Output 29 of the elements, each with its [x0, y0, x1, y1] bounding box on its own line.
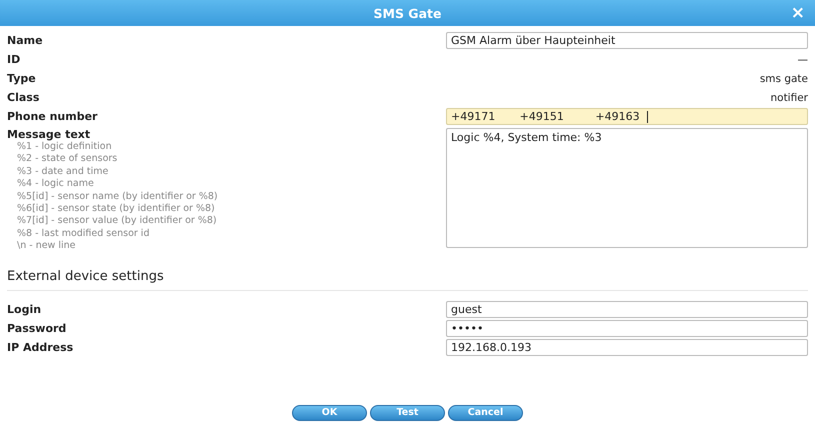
field-value: notifier	[770, 92, 808, 104]
field-label: Name	[7, 34, 43, 47]
field-label: Message text	[7, 128, 92, 141]
field-label: Class	[7, 91, 40, 104]
hint-text: %6[id] - sensor state (by identifier or %8)	[16, 203, 216, 216]
field-label: ID	[7, 53, 20, 66]
field-value: —	[798, 54, 808, 66]
hint-text: \n - new line	[16, 240, 76, 253]
field-label: Type	[7, 72, 36, 85]
field-label: Phone number	[7, 110, 98, 123]
hint-text: %2 - state of sensors	[16, 153, 118, 166]
hint-text: %8 - last modified sensor id	[16, 228, 150, 240]
input-field[interactable]: guest	[446, 300, 808, 318]
hint-text: %4 - logic name	[16, 178, 95, 191]
field-value: sms gate	[760, 72, 808, 84]
hint-text: %5[id] - sensor name (by identifier or %8)	[16, 190, 218, 204]
window-title: SMS Gate	[374, 6, 442, 20]
input-field[interactable]: 192.168.0.193	[446, 338, 808, 356]
input-field[interactable]: +49171 +49151 +49163	[446, 108, 808, 125]
field-label: Login	[7, 302, 42, 316]
field-label: IP Address	[7, 340, 74, 354]
field-label: Password	[7, 322, 66, 335]
input-field[interactable]: •••••	[446, 320, 808, 337]
hint-text: %3 - date and time	[16, 166, 110, 178]
hint-text: %7[id] - sensor value (by identifier or %8)	[16, 215, 218, 228]
input-field[interactable]: GSM Alarm über Haupteinheit	[446, 32, 808, 49]
message-textarea[interactable]: Logic %4, System time: %3	[446, 128, 808, 248]
hint-text: %1 - logic definition	[16, 141, 113, 154]
section-title: External device settings	[7, 268, 808, 291]
